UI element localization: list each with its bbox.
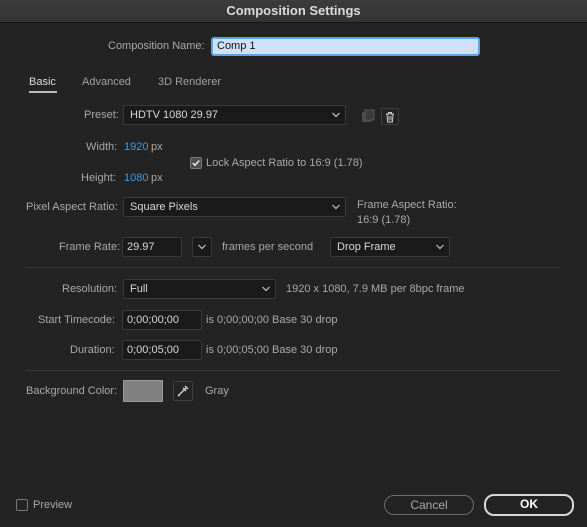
drop-frame-dropdown[interactable]: Drop Frame [330,237,450,257]
preset-label: Preset: [84,109,119,121]
checkmark-icon [192,160,200,167]
width-value[interactable]: 1920 [124,141,148,153]
duration-info: is 0;00;05;00 Base 30 drop [206,344,338,356]
save-preset-icon[interactable] [360,108,376,124]
cancel-button[interactable]: Cancel [384,495,474,515]
active-tab-indicator [29,91,57,93]
width-unit: px [151,141,163,153]
eyedropper-icon [177,385,189,397]
tab-basic[interactable]: Basic [29,76,56,88]
duration-input[interactable]: 0;00;05;00 [122,340,202,360]
composition-settings-dialog: Composition Settings Composition Name: C… [0,0,587,527]
pixel-aspect-dropdown[interactable]: Square Pixels [123,197,346,217]
separator [26,370,560,371]
preset-dropdown[interactable]: HDTV 1080 29.97 [123,105,346,125]
separator [26,267,560,268]
composition-name-input[interactable]: Comp 1 [211,37,480,56]
trash-icon [386,111,394,122]
background-color-label: Background Color: [26,385,118,397]
eyedropper-button[interactable] [173,381,193,401]
preview-checkbox[interactable] [16,499,28,511]
height-label: Height: [81,172,116,184]
tab-advanced[interactable]: Advanced [82,76,131,88]
preset-value: HDTV 1080 29.97 [130,109,219,121]
chevron-down-icon [262,286,270,292]
start-timecode-label: Start Timecode: [38,314,116,326]
duration-label: Duration: [70,344,115,356]
start-timecode-input[interactable]: 0;00;00;00 [122,310,202,330]
ok-button[interactable]: OK [484,494,574,516]
resolution-dropdown[interactable]: Full [123,279,276,299]
frame-rate-label: Frame Rate: [59,241,121,253]
width-label: Width: [86,141,118,153]
composition-name-label: Composition Name: [108,40,205,52]
preview-label: Preview [33,499,73,511]
resolution-info: 1920 x 1080, 7.9 MB per 8bpc frame [286,283,465,295]
frame-rate-unit: frames per second [222,241,314,253]
window-title: Composition Settings [0,0,587,23]
height-value[interactable]: 1080 [124,172,148,184]
delete-preset-button[interactable] [381,108,399,125]
resolution-label: Resolution: [62,283,118,295]
background-color-swatch[interactable] [123,380,163,402]
chevron-down-icon [436,244,444,250]
frame-rate-input[interactable]: 29.97 [122,237,182,257]
frame-aspect-value: 16:9 (1.78) [357,214,411,226]
resolution-value: Full [130,283,148,295]
background-color-name: Gray [205,385,229,397]
lock-aspect-checkbox[interactable] [190,157,202,169]
chevron-down-icon [198,244,206,250]
drop-frame-value: Drop Frame [337,241,396,253]
start-timecode-info: is 0;00;00;00 Base 30 drop [206,314,338,326]
lock-aspect-label: Lock Aspect Ratio to 16:9 (1.78) [206,157,363,169]
height-unit: px [151,172,163,184]
frame-aspect-label: Frame Aspect Ratio: [357,199,457,211]
pixel-aspect-value: Square Pixels [130,201,198,213]
chevron-down-icon [332,204,340,210]
frame-rate-presets-dropdown[interactable] [192,237,212,257]
pixel-aspect-label: Pixel Aspect Ratio: [26,201,118,213]
chevron-down-icon [332,112,340,118]
tab-3d-renderer[interactable]: 3D Renderer [158,76,221,88]
